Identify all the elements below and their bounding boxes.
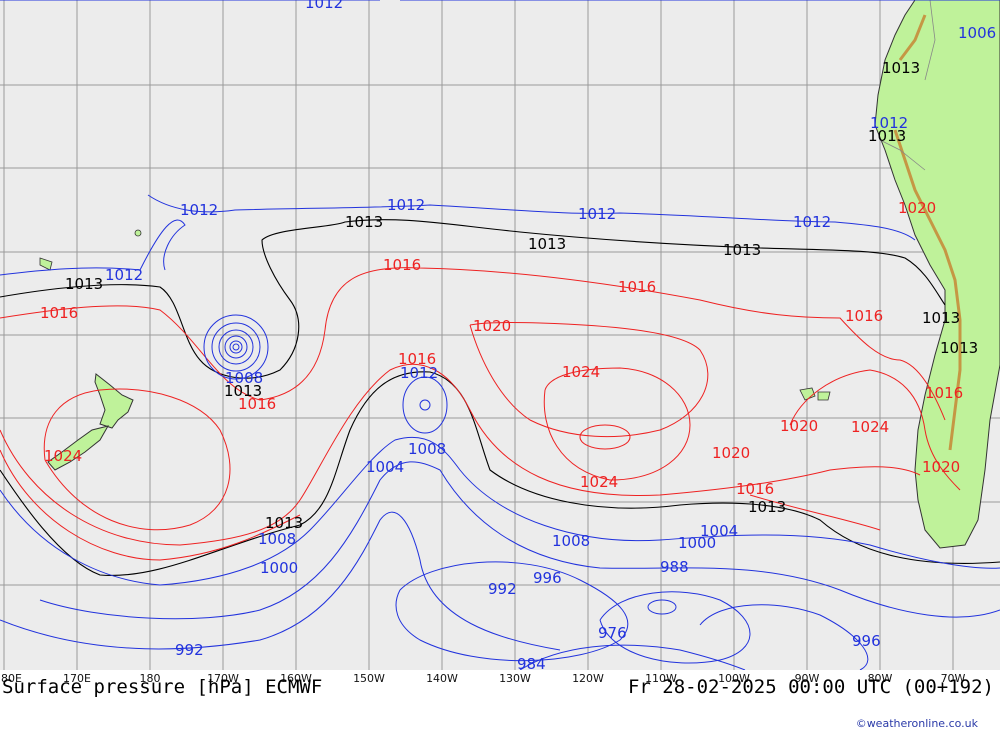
isobar-label: 1013 — [528, 235, 566, 253]
isobar-label: 1013 — [65, 275, 103, 293]
isobar-label: 996 — [852, 632, 881, 650]
isobar-label: 1016 — [736, 480, 774, 498]
isobar-label: 992 — [175, 641, 204, 659]
isobar-label: 984 — [517, 655, 546, 670]
isobar-label: 1008 — [408, 440, 446, 458]
pressure-map: 1012 1012 1012 1012 1012 1012 1012 1013 … — [0, 0, 1000, 673]
isobar-label: 1006 — [958, 24, 996, 42]
isobar-label: 1008 — [225, 369, 263, 387]
isobar-label: 1012 — [870, 114, 908, 132]
isobar-label: 1008 — [258, 530, 296, 548]
isobar-label: 1020 — [898, 199, 936, 217]
isobar-label: 1024 — [562, 363, 600, 381]
longitude-label: 130W — [499, 672, 531, 685]
isobar-label: 1024 — [580, 473, 618, 491]
isobar-label: 1000 — [260, 559, 298, 577]
isobar-label: 1000 — [678, 534, 716, 552]
map-title: Surface pressure [hPa] ECMWF — [2, 676, 323, 698]
isobar-label: 1008 — [552, 532, 590, 550]
isobar-label: 1013 — [882, 59, 920, 77]
isobar-label: 988 — [660, 558, 689, 576]
isobar-label: 1016 — [398, 350, 436, 368]
isobar-label: 1013 — [345, 213, 383, 231]
isobar-label: 1024 — [44, 447, 82, 465]
isobar-label: 1012 — [793, 213, 831, 231]
isobar-label: 1020 — [712, 444, 750, 462]
forecast-datetime: Fr 28-02-2025 00:00 UTC (00+192) — [627, 676, 994, 698]
isobar-label: 992 — [488, 580, 517, 598]
isobar-label: 1020 — [473, 317, 511, 335]
isobar-label: 1016 — [383, 256, 421, 274]
isobar-label: 1013 — [922, 309, 960, 327]
isobar-label: 1016 — [618, 278, 656, 296]
longitude-label: 140W — [426, 672, 458, 685]
isobar-label: 1004 — [366, 458, 404, 476]
isobar-label: 976 — [598, 624, 627, 642]
isobar-label: 1016 — [925, 384, 963, 402]
longitude-label: 150W — [353, 672, 385, 685]
isobar-label: 1012 — [578, 205, 616, 223]
isobar-label: 1016 — [40, 304, 78, 322]
isobar-label: 1016 — [238, 395, 276, 413]
isobar-label: 1020 — [922, 458, 960, 476]
isobar-label: 1013 — [748, 498, 786, 516]
isobar-label: 996 — [533, 569, 562, 587]
isobar-label: 1013 — [940, 339, 978, 357]
isobar-label: 1020 — [780, 417, 818, 435]
isobar-label: 1012 — [105, 266, 143, 284]
credit-link[interactable]: ©weatheronline.co.uk — [856, 717, 978, 730]
map-canvas: 1012 1012 1012 1012 1012 1012 1012 1013 … — [0, 0, 1000, 673]
isobar-label: 1016 — [845, 307, 883, 325]
isobar-label: 1012 — [180, 201, 218, 219]
isobar-label: 1013 — [723, 241, 761, 259]
isobar-label: 1024 — [851, 418, 889, 436]
longitude-label: 120W — [572, 672, 604, 685]
isobar-label: 1012 — [305, 0, 343, 12]
isobar-label: 1012 — [387, 196, 425, 214]
